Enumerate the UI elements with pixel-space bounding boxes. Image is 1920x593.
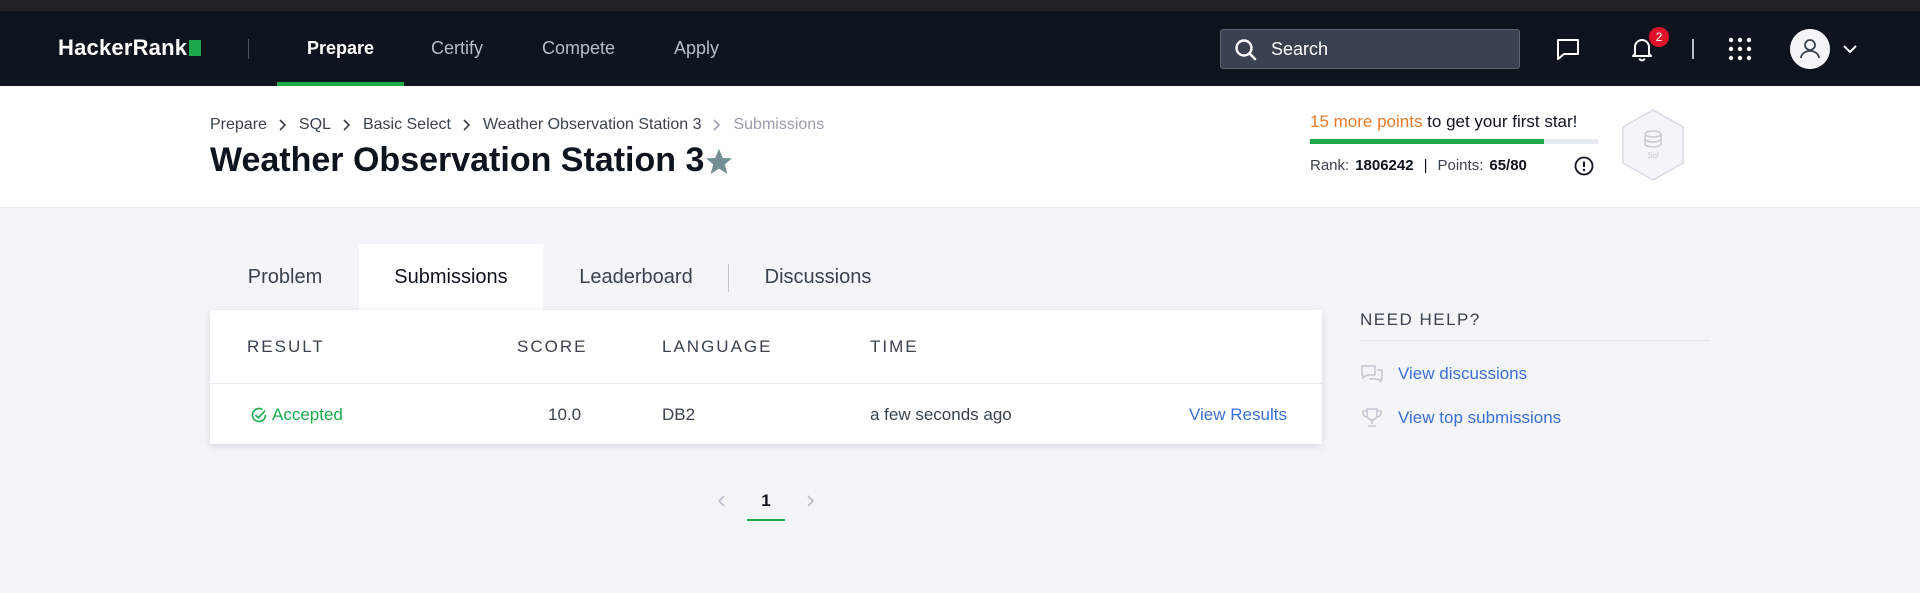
- top-navbar: HackerRank Prepare Certify Compete Apply…: [0, 11, 1920, 86]
- tab-problem[interactable]: Problem: [210, 244, 360, 310]
- view-top-submissions-text: View top submissions: [1398, 408, 1562, 427]
- search-icon: [1235, 39, 1257, 61]
- tab-submissions[interactable]: Submissions: [359, 244, 543, 310]
- tab-discussions[interactable]: Discussions: [730, 244, 906, 310]
- header-time: Time: [870, 337, 919, 356]
- tab-divider: [728, 264, 729, 292]
- chevron-right-icon: [713, 119, 721, 131]
- header-score: Score: [517, 337, 588, 356]
- badge-label: Sql: [1647, 151, 1659, 160]
- nav-certify[interactable]: Certify: [431, 11, 483, 86]
- search-box[interactable]: [1220, 29, 1520, 69]
- result-status: Accepted: [250, 405, 343, 425]
- view-results-link[interactable]: View Results: [1189, 405, 1287, 425]
- challenge-header: Prepare SQL Basic Select Weather Observa…: [0, 86, 1920, 208]
- breadcrumb-prepare[interactable]: Prepare: [210, 116, 267, 134]
- breadcrumb: Prepare SQL Basic Select Weather Observa…: [210, 116, 824, 134]
- breadcrumb-submissions: Submissions: [733, 116, 825, 133]
- submissions-table: Result Score Language Time Accepted 10.0…: [210, 310, 1322, 444]
- progress-suffix: to get your first star!: [1422, 112, 1578, 131]
- rank-points-line: Rank: 1806242 | Points: 65/80: [1310, 157, 1527, 174]
- need-help-panel: NEED HELP? View discussions View top sub…: [1360, 310, 1710, 429]
- star-icon[interactable]: [704, 147, 734, 177]
- rank-separator: |: [1423, 157, 1428, 174]
- check-circle-icon: [251, 407, 267, 423]
- messages-icon[interactable]: [1552, 33, 1584, 65]
- chevron-right-icon: [463, 119, 471, 131]
- discussion-icon: [1361, 365, 1383, 383]
- chevron-right-icon: [343, 119, 351, 131]
- window-top-strip: [0, 0, 1920, 11]
- language-cell: DB2: [662, 405, 696, 424]
- header-language: Language: [662, 337, 773, 356]
- chevron-right-icon: [279, 119, 287, 131]
- progress-bar-fill: [1310, 139, 1544, 144]
- logo-square-icon: [189, 40, 202, 56]
- need-help-title: NEED HELP?: [1360, 310, 1710, 341]
- breadcrumb-basic-select[interactable]: Basic Select: [363, 116, 451, 134]
- search-input[interactable]: [1271, 30, 1511, 68]
- tab-leaderboard[interactable]: Leaderboard: [544, 244, 728, 310]
- header-result: Result: [247, 337, 325, 356]
- star-progress-text: 15 more points to get your first star!: [1310, 112, 1600, 132]
- points-value: 65/80: [1489, 157, 1527, 174]
- score-cell: 10.0: [548, 405, 582, 424]
- hackerrank-logo[interactable]: HackerRank: [58, 35, 202, 61]
- apps-grid-icon[interactable]: [1724, 33, 1756, 65]
- view-discussions-link[interactable]: View discussions: [1360, 363, 1710, 385]
- view-discussions-text: View discussions: [1398, 364, 1528, 383]
- view-top-submissions-link[interactable]: View top submissions: [1360, 407, 1710, 429]
- breadcrumb-sql[interactable]: SQL: [299, 116, 331, 134]
- page-number[interactable]: 1: [747, 485, 785, 521]
- notification-badge: 2: [1649, 27, 1669, 47]
- chevron-down-icon[interactable]: [1840, 39, 1860, 59]
- progress-bar: [1310, 139, 1598, 144]
- breadcrumb-challenge[interactable]: Weather Observation Station 3: [483, 116, 702, 134]
- time-cell: a few seconds ago: [870, 405, 1012, 424]
- sql-badge-icon[interactable]: Sql: [1620, 108, 1686, 182]
- logo-text: HackerRank: [58, 35, 188, 60]
- nav-divider: [248, 39, 249, 59]
- nav-compete[interactable]: Compete: [542, 11, 615, 86]
- star-progress: 15 more points to get your first star!: [1310, 112, 1600, 144]
- header-divider: [210, 383, 1322, 384]
- page-title: Weather Observation Station 3: [210, 141, 705, 179]
- chevron-right-icon[interactable]: [800, 491, 820, 511]
- user-avatar-icon[interactable]: [1790, 29, 1830, 69]
- nav-divider-right: [1692, 39, 1694, 59]
- info-icon[interactable]: [1573, 155, 1595, 177]
- points-label: Points:: [1437, 157, 1484, 174]
- result-text: Accepted: [272, 405, 343, 424]
- chevron-left-icon[interactable]: [712, 491, 732, 511]
- trophy-icon: [1362, 408, 1382, 427]
- points-needed: 15 more points: [1310, 112, 1423, 131]
- nav-prepare[interactable]: Prepare: [276, 11, 405, 86]
- rank-value: 1806242: [1355, 157, 1414, 174]
- nav-apply[interactable]: Apply: [674, 11, 719, 86]
- rank-label: Rank:: [1310, 157, 1350, 174]
